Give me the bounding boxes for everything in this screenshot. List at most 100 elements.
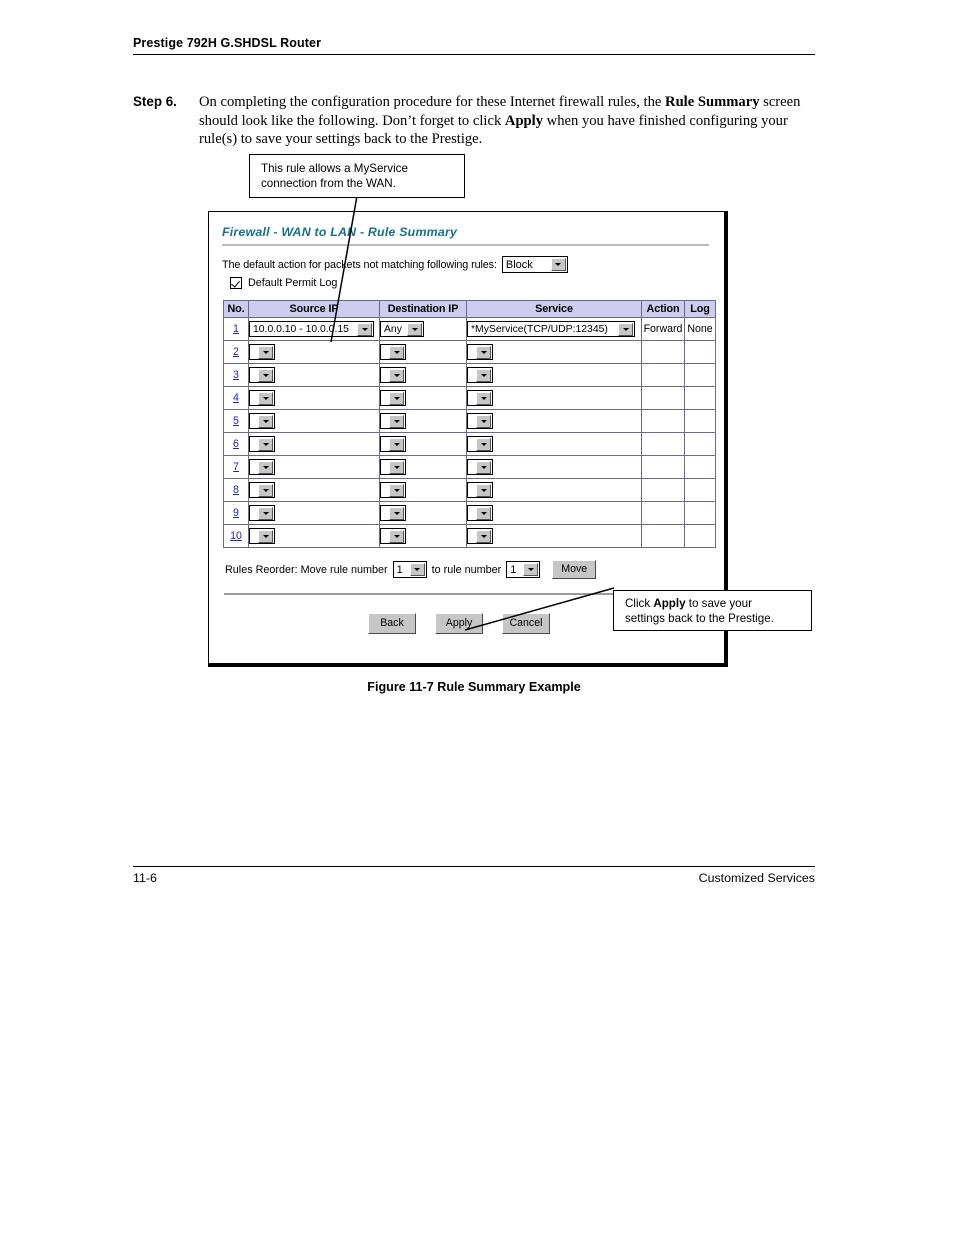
move-button[interactable]: Move — [552, 560, 597, 579]
reorder-to-select[interactable]: 1 — [506, 561, 541, 578]
rule-number-cell[interactable]: 2 — [223, 340, 249, 364]
destination-ip-select-2[interactable] — [380, 344, 406, 360]
destination-ip-select-4[interactable] — [380, 390, 406, 406]
table-row: 7 — [223, 455, 716, 479]
source-ip-select-3[interactable] — [249, 367, 275, 383]
log-cell — [684, 501, 716, 525]
destination-ip-cell — [379, 432, 467, 456]
service-select-4[interactable] — [467, 390, 493, 406]
service-select-7[interactable] — [467, 459, 493, 475]
column-header-destination-ip: Destination IP — [379, 300, 467, 318]
step-text: On completing the configuration procedur… — [199, 93, 817, 149]
step-bold-apply: Apply — [504, 112, 544, 129]
destination-ip-select-8[interactable] — [380, 482, 406, 498]
back-button[interactable]: Back — [368, 612, 416, 634]
default-permit-log-checkbox[interactable] — [230, 277, 242, 289]
rule-number-cell[interactable]: 10 — [223, 524, 249, 548]
destination-ip-cell: Any — [379, 317, 467, 341]
rule-number-link-4[interactable]: 4 — [233, 392, 239, 404]
source-ip-select-4[interactable] — [249, 390, 275, 406]
table-row: 1 10.0.0.10 - 10.0.0.15 Any *MyService(T… — [223, 317, 716, 341]
rule-number-cell[interactable]: 3 — [223, 363, 249, 387]
destination-ip-select-7[interactable] — [380, 459, 406, 475]
chevron-down-icon — [389, 506, 404, 520]
service-select-2[interactable] — [467, 344, 493, 360]
rule-number-link-8[interactable]: 8 — [233, 484, 239, 496]
rule-number-link-9[interactable]: 9 — [233, 507, 239, 519]
chevron-down-icon — [523, 563, 539, 576]
destination-ip-select-10[interactable] — [380, 528, 406, 544]
chevron-down-icon — [476, 345, 491, 359]
rule-number-cell[interactable]: 7 — [223, 455, 249, 479]
service-cell — [466, 363, 642, 387]
destination-ip-select-6[interactable] — [380, 436, 406, 452]
default-action-row: The default action for packets not match… — [222, 256, 712, 273]
destination-ip-select-9[interactable] — [380, 505, 406, 521]
chevron-down-icon — [389, 483, 404, 497]
destination-ip-select-1[interactable]: Any — [380, 321, 424, 337]
reorder-label-from: Rules Reorder: Move rule number — [225, 563, 388, 576]
service-select-9[interactable] — [467, 505, 493, 521]
reorder-from-select[interactable]: 1 — [392, 561, 427, 578]
source-ip-select-9[interactable] — [249, 505, 275, 521]
source-ip-select-10[interactable] — [249, 528, 275, 544]
source-ip-select-8[interactable] — [249, 482, 275, 498]
rule-number-link-3[interactable]: 3 — [233, 369, 239, 381]
callout-apply-text-2: to save your — [685, 597, 752, 610]
destination-ip-select-5[interactable] — [380, 413, 406, 429]
chevron-down-icon — [389, 460, 404, 474]
rule-number-cell[interactable]: 5 — [223, 409, 249, 433]
firewall-rules-table: No. Source IP Destination IP Service Act… — [223, 300, 716, 548]
default-action-select[interactable]: Block — [501, 256, 568, 273]
source-ip-cell — [248, 501, 380, 525]
service-select-5[interactable] — [467, 413, 493, 429]
rule-number-link-2[interactable]: 2 — [233, 346, 239, 358]
page-header-title: Prestige 792H G.SHDSL Router — [133, 36, 322, 50]
service-cell — [466, 432, 642, 456]
rule-number-link-10[interactable]: 10 — [230, 530, 242, 542]
callout-apply-line-1: Click Apply to save your — [625, 597, 803, 612]
source-ip-select-7[interactable] — [249, 459, 275, 475]
rule-number-link-7[interactable]: 7 — [233, 461, 239, 473]
service-select-6[interactable] — [467, 436, 493, 452]
action-cell — [641, 340, 685, 364]
rule-number-link-5[interactable]: 5 — [233, 415, 239, 427]
rule-number-cell[interactable]: 1 — [223, 317, 249, 341]
chevron-down-icon — [258, 414, 273, 428]
chevron-down-icon — [476, 368, 491, 382]
rule-number-link-1[interactable]: 1 — [233, 323, 239, 335]
chevron-down-icon — [389, 529, 404, 543]
rule-number-cell[interactable]: 8 — [223, 478, 249, 502]
reorder-from-value: 1 — [396, 563, 403, 576]
service-select-8[interactable] — [467, 482, 493, 498]
step-bold-rule-summary: Rule Summary — [665, 94, 760, 110]
destination-ip-select-3[interactable] — [380, 367, 406, 383]
service-select-1[interactable]: *MyService(TCP/UDP:12345) — [467, 321, 635, 337]
chevron-down-icon — [258, 483, 273, 497]
callout-rule-line-1: This rule allows a MyService — [261, 162, 408, 175]
rule-number-cell[interactable]: 6 — [223, 432, 249, 456]
rule-number-link-6[interactable]: 6 — [233, 438, 239, 450]
log-cell: None — [684, 317, 716, 341]
action-cell — [641, 363, 685, 387]
chevron-down-icon — [476, 460, 491, 474]
log-cell — [684, 386, 716, 410]
title-divider — [222, 244, 709, 246]
source-ip-select-2[interactable] — [249, 344, 275, 360]
table-header-row: No. Source IP Destination IP Service Act… — [223, 300, 716, 318]
chevron-down-icon — [618, 322, 633, 336]
source-ip-cell — [248, 455, 380, 479]
service-select-10[interactable] — [467, 528, 493, 544]
table-row: 8 — [223, 478, 716, 502]
table-row: 4 — [223, 386, 716, 410]
screen-title: Firewall - WAN to LAN - Rule Summary — [222, 225, 458, 239]
source-ip-select-6[interactable] — [249, 436, 275, 452]
default-permit-log-row[interactable]: Default Permit Log — [230, 277, 712, 289]
source-ip-select-5[interactable] — [249, 413, 275, 429]
default-action-value: Block — [505, 258, 533, 271]
rule-number-cell[interactable]: 4 — [223, 386, 249, 410]
column-header-no: No. — [223, 300, 249, 318]
callout-apply-bold: Apply — [653, 597, 686, 610]
service-select-3[interactable] — [467, 367, 493, 383]
rule-number-cell[interactable]: 9 — [223, 501, 249, 525]
